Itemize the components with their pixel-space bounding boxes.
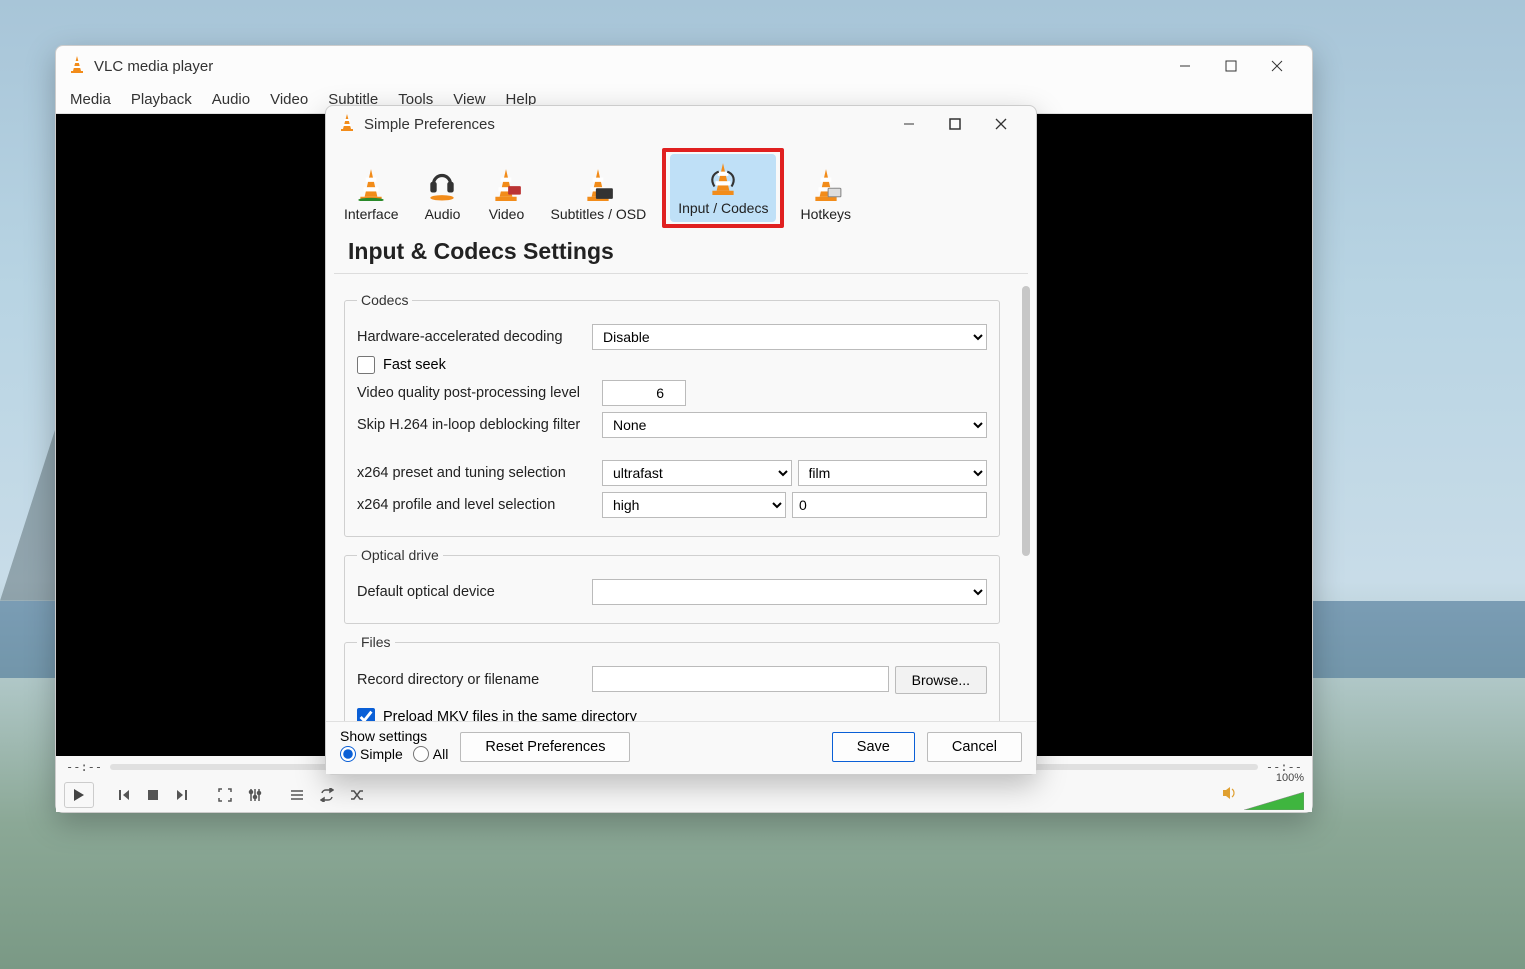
tab-video[interactable]: Video — [478, 160, 534, 228]
vq-spinbox[interactable] — [602, 380, 686, 406]
extended-settings-button[interactable] — [242, 782, 268, 808]
x264-tuning-select[interactable]: film — [798, 460, 988, 486]
prefs-titlebar: Simple Preferences — [326, 106, 1036, 142]
x264-preset-select[interactable]: ultrafast — [602, 460, 792, 486]
hotkeys-icon — [806, 166, 846, 202]
reset-preferences-button[interactable]: Reset Preferences — [460, 732, 630, 762]
prefs-maximize-button[interactable] — [932, 109, 978, 139]
radio-all-wrap[interactable]: All — [413, 746, 449, 762]
files-group: Files Record directory or filename Brows… — [344, 634, 1000, 721]
record-dir-input[interactable] — [592, 666, 889, 692]
tab-hotkeys[interactable]: Hotkeys — [792, 160, 859, 228]
record-dir-label: Record directory or filename — [357, 672, 582, 688]
optical-group: Optical drive Default optical device — [344, 547, 1000, 624]
vq-label: Video quality post-processing level — [357, 385, 592, 401]
minimize-button[interactable] — [1162, 51, 1208, 81]
play-button[interactable] — [64, 782, 94, 808]
prefs-tabs: Interface Audio Video Subtitles / OSD In… — [326, 142, 1036, 228]
show-settings-label: Show settings — [340, 728, 448, 744]
menu-video[interactable]: Video — [262, 89, 316, 110]
tab-input-codecs[interactable]: Input / Codecs — [670, 154, 776, 222]
tab-interface[interactable]: Interface — [336, 160, 406, 228]
optical-legend: Optical drive — [357, 547, 443, 563]
skip-h264-label: Skip H.264 in-loop deblocking filter — [357, 417, 592, 433]
vlc-cone-icon — [68, 55, 86, 78]
shuffle-button[interactable] — [344, 782, 370, 808]
mute-icon[interactable] — [1222, 785, 1238, 806]
playlist-button[interactable] — [284, 782, 310, 808]
volume-slider[interactable] — [1244, 792, 1304, 810]
x264-profile-label: x264 profile and level selection — [357, 497, 592, 513]
tab-label: Video — [489, 206, 525, 222]
close-button[interactable] — [1254, 51, 1300, 81]
optical-device-select[interactable] — [592, 579, 987, 605]
fast-seek-label[interactable]: Fast seek — [383, 357, 446, 373]
fullscreen-button[interactable] — [212, 782, 238, 808]
hw-decoding-select[interactable]: Disable — [592, 324, 987, 350]
optical-device-label: Default optical device — [357, 584, 582, 600]
prefs-scroll-area: Codecs Hardware-accelerated decoding Dis… — [326, 274, 1036, 721]
preload-mkv-label[interactable]: Preload MKV files in the same directory — [383, 709, 637, 721]
volume-percent: 100% — [1276, 772, 1304, 784]
files-legend: Files — [357, 634, 395, 650]
tab-audio[interactable]: Audio — [414, 160, 470, 228]
tab-label: Input / Codecs — [678, 200, 768, 216]
x264-preset-label: x264 preset and tuning selection — [357, 465, 592, 481]
vlc-cone-icon — [338, 113, 356, 136]
main-titlebar: VLC media player — [56, 46, 1312, 86]
preload-mkv-checkbox[interactable] — [357, 708, 375, 721]
radio-simple-wrap[interactable]: Simple — [340, 746, 403, 762]
audio-icon — [422, 166, 462, 202]
menu-audio[interactable]: Audio — [204, 89, 258, 110]
next-button[interactable] — [170, 782, 196, 808]
radio-simple[interactable] — [340, 746, 356, 762]
tab-label: Interface — [344, 206, 398, 222]
save-button[interactable]: Save — [832, 732, 915, 762]
prev-button[interactable] — [110, 782, 136, 808]
prefs-heading: Input & Codecs Settings — [334, 228, 1028, 274]
show-settings-group: Show settings Simple All — [340, 728, 448, 762]
tab-subtitles[interactable]: Subtitles / OSD — [542, 160, 654, 228]
codecs-legend: Codecs — [357, 292, 412, 308]
skip-h264-select[interactable]: None — [602, 412, 987, 438]
menu-playback[interactable]: Playback — [123, 89, 200, 110]
menu-media[interactable]: Media — [62, 89, 119, 110]
tab-label: Audio — [425, 206, 461, 222]
x264-profile-select[interactable]: high — [602, 492, 786, 518]
tab-label: Hotkeys — [800, 206, 851, 222]
prefs-footer: Show settings Simple All Reset Preferenc… — [326, 721, 1036, 774]
time-elapsed: --:-- — [66, 760, 102, 774]
browse-button[interactable]: Browse... — [895, 666, 987, 694]
interface-icon — [351, 166, 391, 202]
maximize-button[interactable] — [1208, 51, 1254, 81]
main-window-title: VLC media player — [94, 58, 213, 75]
radio-all[interactable] — [413, 746, 429, 762]
subtitles-icon — [578, 166, 618, 202]
prefs-scrollbar[interactable] — [1022, 286, 1030, 556]
codecs-group: Codecs Hardware-accelerated decoding Dis… — [344, 292, 1000, 537]
cancel-button[interactable]: Cancel — [927, 732, 1022, 762]
prefs-title: Simple Preferences — [364, 116, 495, 133]
fast-seek-checkbox[interactable] — [357, 356, 375, 374]
stop-button[interactable] — [140, 782, 166, 808]
controls-row: 100% — [56, 778, 1312, 812]
tab-label: Subtitles / OSD — [550, 206, 646, 222]
loop-button[interactable] — [314, 782, 340, 808]
video-icon — [486, 166, 526, 202]
highlighted-tab-marker: Input / Codecs — [662, 148, 784, 228]
codecs-icon — [703, 160, 743, 196]
prefs-close-button[interactable] — [978, 109, 1024, 139]
prefs-minimize-button[interactable] — [886, 109, 932, 139]
hw-decoding-label: Hardware-accelerated decoding — [357, 329, 582, 345]
x264-level-input[interactable] — [792, 492, 987, 518]
preferences-dialog: Simple Preferences Interface Audio Video… — [325, 105, 1037, 775]
